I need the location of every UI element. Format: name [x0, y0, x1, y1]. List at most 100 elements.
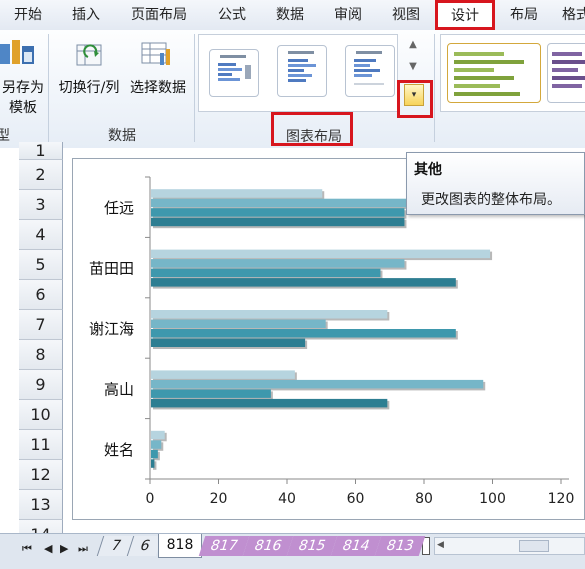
tab-review[interactable]: 审阅	[320, 0, 376, 30]
sheet-tab-818[interactable]: 818	[158, 534, 202, 558]
sheet-tab-814[interactable]: 814	[330, 536, 382, 556]
tab-formulas[interactable]: 公式	[204, 0, 260, 30]
save-template-label-1: 另存为	[2, 80, 44, 96]
bar[interactable]	[151, 449, 158, 459]
row-header-10[interactable]: 10	[19, 400, 63, 430]
highlight-layout-group	[271, 112, 353, 146]
tab-view[interactable]: 视图	[378, 0, 434, 30]
row-header-2[interactable]: 2	[19, 160, 63, 190]
bar[interactable]	[151, 310, 388, 319]
x-tick-label: 40	[278, 491, 296, 507]
save-as-template-button[interactable]: 另存为 模板	[0, 78, 46, 118]
sheet-tab-815[interactable]: 815	[286, 536, 338, 556]
row-header-9[interactable]: 9	[19, 370, 63, 400]
tab-home[interactable]: 开始	[0, 0, 56, 30]
style-option-1[interactable]	[447, 43, 541, 103]
group-separator	[48, 34, 49, 142]
style-option-2[interactable]	[547, 43, 585, 103]
bar[interactable]	[151, 259, 405, 268]
x-tick-label: 80	[415, 491, 433, 507]
category-label: 高山	[104, 380, 134, 398]
select-data-icon[interactable]	[140, 40, 174, 68]
layout-option-3[interactable]	[345, 45, 395, 97]
switch-row-col-icon[interactable]	[74, 40, 104, 68]
bar[interactable]	[151, 189, 323, 198]
prev-sheet-icon[interactable]: ◀	[44, 542, 52, 555]
sheet-tab-817[interactable]: 817	[198, 536, 250, 556]
switch-row-col-button[interactable]: 切换行/列	[52, 78, 126, 98]
select-all-strip	[0, 148, 20, 533]
x-tick-label: 120	[548, 491, 575, 507]
row-header-13[interactable]: 13	[19, 490, 63, 520]
bar[interactable]	[151, 278, 456, 287]
tab-format[interactable]: 格式	[556, 0, 585, 30]
last-sheet-icon[interactable]: ⏭	[78, 542, 88, 556]
row-header-5[interactable]: 5	[19, 250, 63, 280]
bar[interactable]	[151, 329, 456, 338]
tab-page-layout[interactable]: 页面布局	[118, 0, 200, 30]
bar[interactable]	[151, 379, 484, 389]
scroll-left-icon[interactable]: ◀	[437, 540, 444, 550]
tooltip-body: 更改图表的整体布局。	[421, 192, 561, 208]
x-tick-label: 100	[479, 491, 506, 507]
row-header-1[interactable]: 1	[19, 142, 63, 160]
bar[interactable]	[151, 440, 162, 449]
bar[interactable]	[151, 217, 405, 227]
x-tick-label: 20	[210, 491, 228, 507]
bar[interactable]	[151, 198, 408, 208]
bar[interactable]	[151, 319, 326, 329]
highlight-design-tab	[435, 0, 495, 30]
bar[interactable]	[151, 389, 271, 398]
category-label: 苗田田	[89, 260, 134, 278]
tab-layout[interactable]: 布局	[496, 0, 552, 30]
layout-option-2[interactable]	[277, 45, 327, 97]
row-headers: 1234567891011121314	[19, 142, 63, 550]
bar[interactable]	[151, 459, 155, 468]
row-header-8[interactable]: 8	[19, 340, 63, 370]
layout-option-1[interactable]	[209, 49, 259, 97]
scroll-thumb[interactable]	[519, 540, 549, 552]
category-label: 任远	[104, 199, 134, 217]
tooltip: 其他 更改图表的整体布局。	[406, 152, 585, 215]
sheet-tab-bar: ⏮ ◀ ▶ ⏭ ◀ 7 6 818 817 816 815 814 813	[0, 533, 585, 569]
bar[interactable]	[151, 398, 388, 408]
x-tick-label: 60	[347, 491, 365, 507]
row-header-7[interactable]: 7	[19, 310, 63, 340]
row-header-12[interactable]: 12	[19, 460, 63, 490]
select-data-button[interactable]: 选择数据	[126, 78, 190, 98]
row-header-11[interactable]: 11	[19, 430, 63, 460]
bar[interactable]	[151, 338, 306, 348]
highlight-more-button	[397, 80, 433, 118]
gallery-scroll-up-icon[interactable]: ▲	[404, 36, 422, 54]
bar[interactable]	[151, 208, 405, 217]
horizontal-scrollbar[interactable]: ◀	[434, 537, 585, 555]
category-label: 谢江海	[89, 320, 134, 338]
row-header-4[interactable]: 4	[19, 220, 63, 250]
tooltip-title: 其他	[414, 162, 442, 178]
row-header-6[interactable]: 6	[19, 280, 63, 310]
row-header-3[interactable]: 3	[19, 190, 63, 220]
chart-layout-gallery	[198, 34, 398, 112]
ribbon-tab-bar: 开始 插入 页面布局 公式 数据 审阅 视图 设计 布局 格式	[0, 0, 585, 31]
chart-style-gallery	[440, 34, 585, 112]
next-sheet-icon[interactable]: ▶	[60, 542, 68, 555]
tab-data[interactable]: 数据	[262, 0, 318, 30]
bar[interactable]	[151, 370, 295, 379]
sheet-tab-816[interactable]: 816	[242, 536, 294, 556]
save-template-label-2: 模板	[9, 100, 37, 116]
bar[interactable]	[151, 249, 491, 259]
gallery-scroll-down-icon[interactable]: ▼	[404, 58, 422, 76]
save-template-icon[interactable]	[0, 38, 40, 66]
category-label: 姓名	[104, 441, 134, 459]
tab-insert[interactable]: 插入	[58, 0, 114, 30]
sheet-tab-813[interactable]: 813	[374, 536, 426, 556]
first-sheet-icon[interactable]: ⏮	[22, 542, 32, 556]
x-tick-label: 0	[146, 491, 155, 507]
group-type-label: 型	[0, 128, 10, 144]
group-separator	[194, 34, 195, 142]
bar[interactable]	[151, 430, 165, 440]
sheet-tab-6[interactable]: 6	[126, 536, 163, 556]
ribbon-body: 另存为 模板 型 切换行/列 选择数据 数据 ▲ ▼ ▾ 图表布局	[0, 30, 585, 149]
group-separator	[434, 34, 435, 142]
bar[interactable]	[151, 268, 381, 278]
